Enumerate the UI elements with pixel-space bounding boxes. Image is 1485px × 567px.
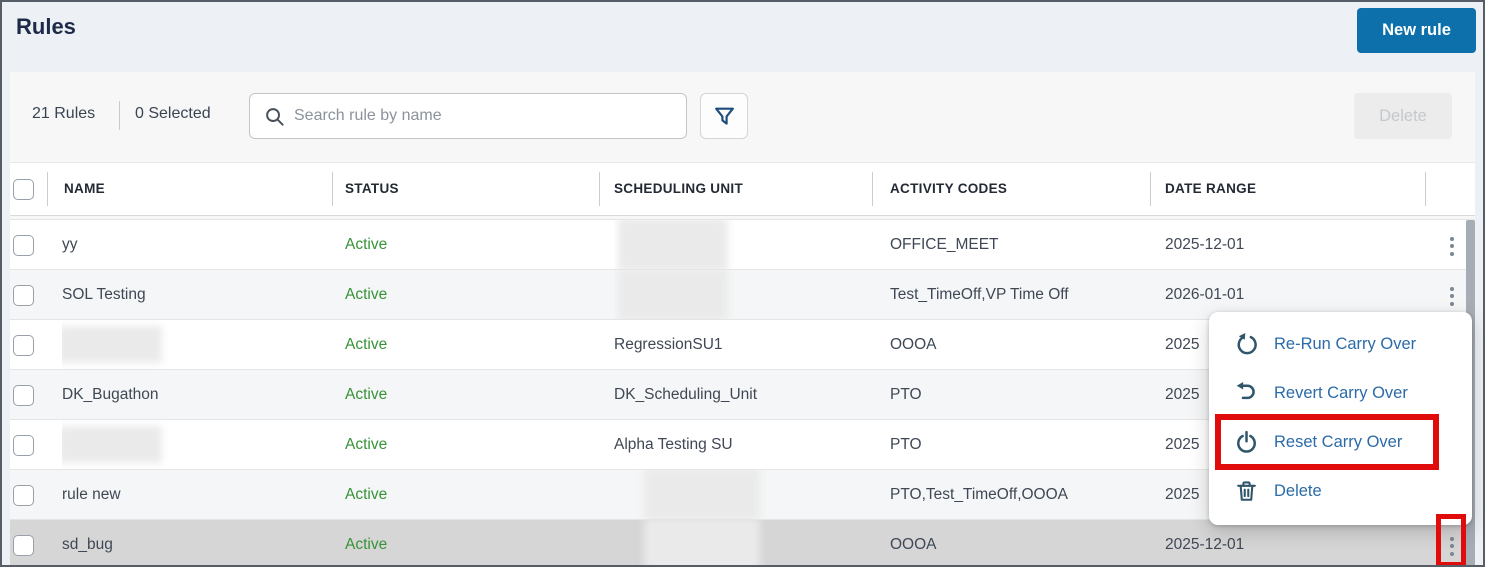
cell-scheduling-unit: Alpha Testing SU [614, 436, 733, 453]
cell-activity-codes: Test_TimeOff,VP Time Off [890, 286, 1069, 303]
cell-activity-codes: OFFICE_MEET [890, 236, 999, 253]
cell-name: SOL Testing [62, 286, 146, 303]
column-header-name: NAME [64, 181, 105, 196]
column-divider [1425, 172, 1426, 206]
table-row[interactable]: yy Active OFFICE_MEET 2025-12-01 [10, 219, 1475, 269]
cell-date-range: 2025-12-01 [1165, 536, 1245, 553]
cell-status: Active [345, 236, 388, 253]
row-actions-kebab-icon[interactable] [1445, 233, 1459, 259]
select-all-checkbox[interactable] [13, 179, 34, 200]
search-input[interactable] [250, 94, 686, 138]
delete-icon [1237, 481, 1256, 501]
cell-status: Active [345, 286, 388, 303]
cell-name: yy [62, 236, 78, 253]
column-header-date-range: DATE RANGE [1165, 181, 1257, 196]
cell-date-range: 2025-12-01 [1165, 236, 1245, 253]
table-header: NAME STATUS SCHEDULING UNIT ACTIVITY COD… [10, 162, 1475, 216]
row-checkbox[interactable] [13, 335, 34, 356]
redacted-text [618, 270, 728, 319]
cell-status: Active [345, 386, 388, 403]
menu-item-revert-carry-over[interactable]: Revert Carry Over [1209, 369, 1472, 418]
cell-scheduling-unit [614, 270, 874, 319]
cell-status: Active [345, 536, 388, 553]
menu-item-label: Delete [1274, 482, 1322, 500]
cell-name [62, 420, 327, 469]
cell-scheduling-unit [614, 470, 874, 519]
column-divider [47, 172, 48, 206]
delete-button[interactable]: Delete [1354, 93, 1452, 139]
filter-funnel-icon [714, 107, 734, 125]
column-divider [599, 172, 600, 206]
menu-item-delete[interactable]: Delete [1209, 467, 1472, 516]
redacted-text [62, 326, 162, 363]
cell-activity-codes: PTO,Test_TimeOff,OOOA [890, 486, 1069, 503]
row-checkbox[interactable] [13, 235, 34, 256]
cell-name: sd_bug [62, 536, 113, 553]
redacted-text [62, 426, 162, 463]
cell-status: Active [345, 436, 388, 453]
cell-activity-codes: PTO [890, 436, 922, 453]
rerun-carry-over-icon [1237, 333, 1257, 355]
rules-count: 21 Rules [32, 105, 96, 122]
cell-status: Active [345, 486, 388, 503]
page-title: Rules [16, 14, 76, 39]
cell-name: DK_Bugathon [62, 386, 159, 403]
column-header-scheduling-unit: SCHEDULING UNIT [614, 181, 743, 196]
kebab-highlight-box [1436, 514, 1466, 565]
cell-activity-codes: OOOA [890, 536, 937, 553]
row-checkbox[interactable] [13, 285, 34, 306]
row-checkbox[interactable] [13, 435, 34, 456]
redacted-text [644, 470, 760, 519]
toolbar-divider [119, 101, 120, 130]
row-checkbox[interactable] [13, 385, 34, 406]
row-checkbox[interactable] [13, 535, 34, 556]
row-checkbox[interactable] [13, 485, 34, 506]
cell-scheduling-unit [614, 520, 874, 565]
column-divider [872, 172, 873, 206]
cell-name: rule new [62, 486, 121, 503]
cell-scheduling-unit: DK_Scheduling_Unit [614, 386, 758, 403]
revert-carry-over-icon [1236, 382, 1255, 400]
menu-item-label: Re-Run Carry Over [1274, 335, 1417, 353]
column-divider [1150, 172, 1151, 206]
column-header-status: STATUS [345, 181, 399, 196]
selected-count: 0 Selected [135, 105, 211, 122]
reset-carry-over-highlight-box [1215, 414, 1439, 470]
redacted-text [644, 520, 760, 565]
rules-page: Rules New rule 21 Rules 0 Selected Delet… [0, 0, 1485, 567]
row-actions-kebab-icon[interactable] [1445, 283, 1459, 309]
menu-item-rerun-carry-over[interactable]: Re-Run Carry Over [1209, 320, 1472, 369]
menu-item-label: Revert Carry Over [1274, 384, 1408, 402]
column-header-activity-codes: ACTIVITY CODES [890, 181, 1008, 196]
redacted-text [618, 220, 728, 269]
new-rule-button[interactable]: New rule [1357, 8, 1476, 53]
cell-status: Active [345, 336, 388, 353]
search-box [249, 93, 687, 139]
table-row[interactable]: sd_bug Active OOOA 2025-12-01 [10, 519, 1475, 565]
column-divider [332, 172, 333, 206]
cell-name [62, 320, 327, 369]
cell-scheduling-unit: RegressionSU1 [614, 336, 723, 353]
filter-button[interactable] [700, 93, 748, 139]
cell-activity-codes: OOOA [890, 336, 937, 353]
cell-scheduling-unit [614, 220, 874, 269]
cell-activity-codes: PTO [890, 386, 922, 403]
